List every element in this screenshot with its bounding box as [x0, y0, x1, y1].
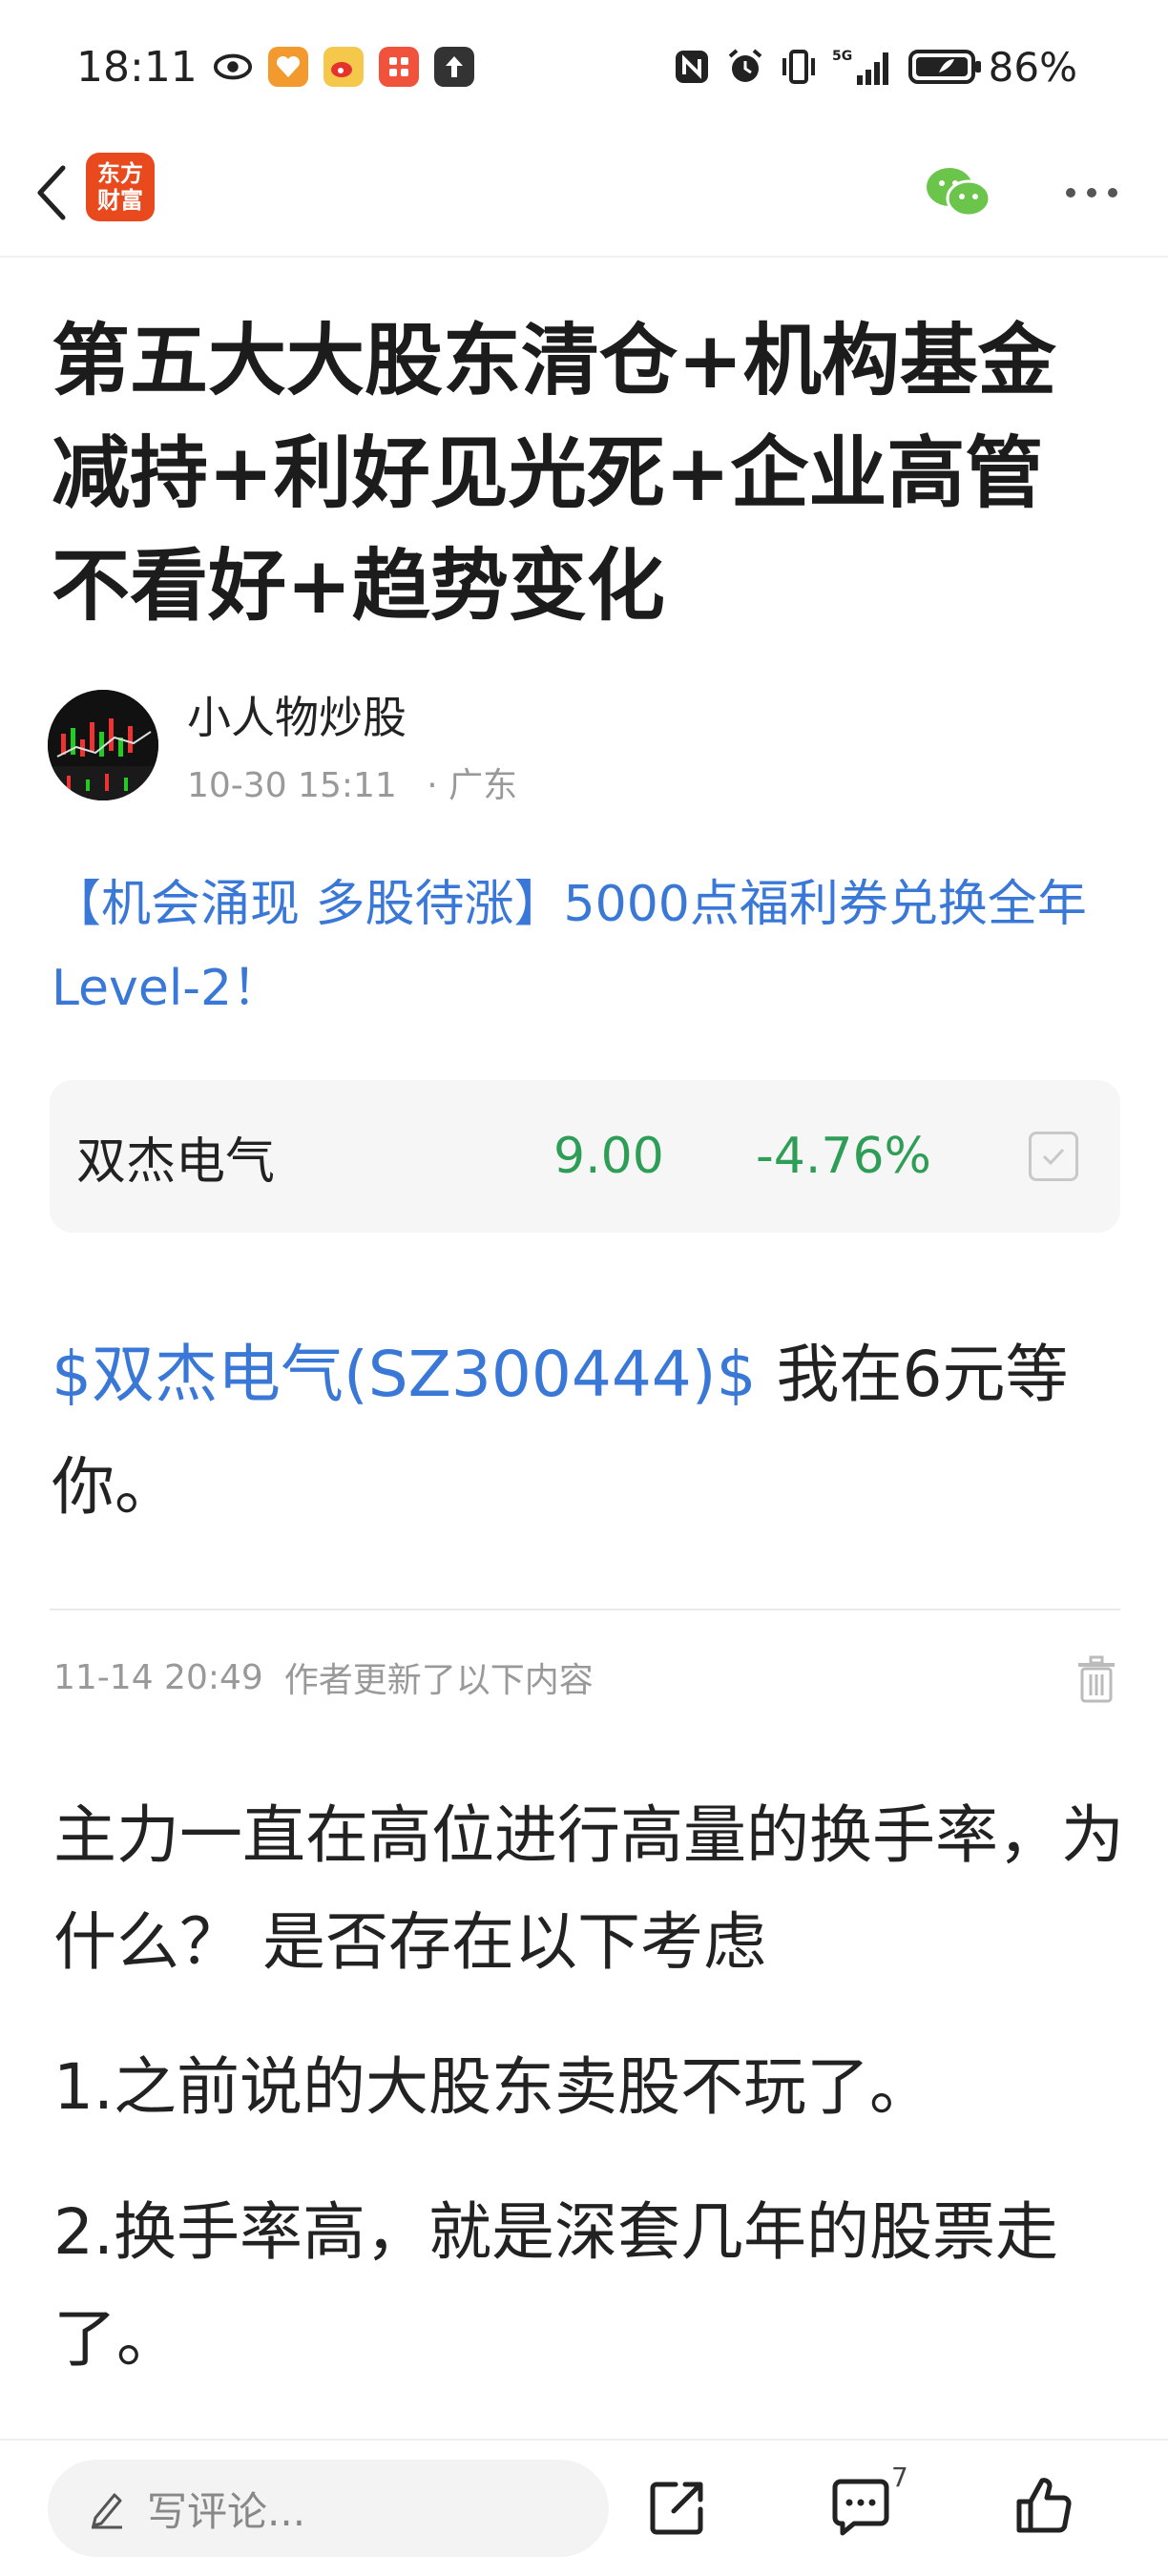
- article-body-intro: $双杰电气(SZ300444)$ 我在6元等你。: [52, 1319, 1126, 1544]
- status-right: 5G 86%: [672, 44, 1077, 91]
- comment-placeholder: 写评论...: [147, 2487, 306, 2535]
- wechat-icon: [927, 168, 991, 218]
- app-bar: 东方 财富: [0, 134, 1168, 258]
- svg-text:5G: 5G: [832, 49, 852, 64]
- more-button[interactable]: [1053, 155, 1130, 231]
- update-row: 11-14 20:49 作者更新了以下内容: [53, 1649, 1120, 1706]
- app-logo-line2: 财富: [97, 187, 143, 214]
- more-icon: [1066, 188, 1117, 197]
- app-logo[interactable]: 东方 财富: [86, 153, 155, 221]
- comment-count: 7: [891, 2462, 908, 2493]
- author-meta: 小人物炒股 10-30 15:11 · 广东: [187, 683, 517, 807]
- update-note: 作者更新了以下内容: [283, 1661, 594, 1700]
- paragraph-3: 2.换手率高，就是深套几年的股票走了。: [53, 2195, 1058, 2376]
- vibrate-icon: [779, 47, 819, 87]
- share-button[interactable]: [639, 2469, 716, 2545]
- stock-name: 双杰电气: [76, 1132, 276, 1191]
- battery-icon: 86%: [907, 43, 1077, 91]
- author-avatar[interactable]: [48, 690, 158, 800]
- trash-icon: [1078, 1655, 1115, 1703]
- stock-price: 9.00: [553, 1128, 664, 1185]
- weibo-icon: [323, 47, 364, 87]
- add-watchlist-checkbox[interactable]: [1029, 1132, 1078, 1181]
- nfc-icon: [672, 47, 712, 87]
- thumbs-up-icon: [1016, 2478, 1072, 2533]
- upload-icon: [433, 47, 474, 87]
- promo-link[interactable]: 【机会涌现 多股待涨】5000点福利券兑换全年Level-2！: [52, 862, 1120, 1030]
- share-icon: [650, 2482, 703, 2535]
- app-logo-line1: 东方: [97, 160, 143, 187]
- author-name[interactable]: 小人物炒股: [187, 683, 517, 746]
- post-time-row: 10-30 15:11 · 广东: [187, 758, 517, 807]
- author-row[interactable]: 小人物炒股 10-30 15:11 · 广东: [48, 683, 1168, 807]
- comments-button[interactable]: [823, 2469, 899, 2545]
- back-button[interactable]: [23, 155, 80, 231]
- like-button[interactable]: [1006, 2465, 1082, 2545]
- eye-icon: [213, 47, 253, 87]
- pencil-icon: [92, 2493, 122, 2529]
- alarm-icon: [725, 47, 765, 87]
- update-time: 11-14 20:49: [53, 1657, 263, 1697]
- app-notify-orange-icon: [267, 47, 308, 87]
- battery-percent: 86%: [988, 43, 1077, 91]
- comment-icon: [832, 2479, 889, 2536]
- status-time: 18:11: [76, 42, 198, 92]
- paragraph-1: 主力一直在高位进行高量的换手率，为什么？ 是否存在以下考虑: [53, 1798, 1124, 1979]
- post-time: 10-30 15:11: [187, 766, 397, 805]
- post-location: · 广东: [427, 766, 518, 805]
- stock-tag-link[interactable]: $双杰电气(SZ300444)$: [52, 1338, 757, 1411]
- paragraph-2: 1.之前说的大股东卖股不玩了。: [53, 2050, 932, 2124]
- article-title: 第五大大股东清仓+机构基金减持+利好见光死+企业高管不看好+趋势变化: [52, 316, 1056, 632]
- signal-icon: 5G: [832, 47, 895, 87]
- delete-button[interactable]: [1073, 1652, 1120, 1706]
- divider: [50, 1609, 1120, 1610]
- stock-change: -4.76%: [756, 1128, 931, 1185]
- wechat-share-button[interactable]: [920, 155, 996, 231]
- back-icon: [37, 165, 66, 220]
- bottom-action-bar: 写评论... 7: [0, 2439, 1168, 2576]
- app-notify-red-icon: [378, 47, 419, 87]
- status-left: 18:11: [76, 43, 474, 92]
- status-bar: 18:11 5G 86%: [0, 0, 1168, 134]
- check-icon: [1042, 1148, 1065, 1166]
- article-content: 第五大大股东清仓+机构基金减持+利好见光死+企业高管不看好+趋势变化 小人物炒股…: [0, 277, 1168, 2393]
- stock-card[interactable]: 双杰电气 9.00 -4.76%: [50, 1080, 1120, 1233]
- comment-input[interactable]: 写评论...: [48, 2460, 609, 2557]
